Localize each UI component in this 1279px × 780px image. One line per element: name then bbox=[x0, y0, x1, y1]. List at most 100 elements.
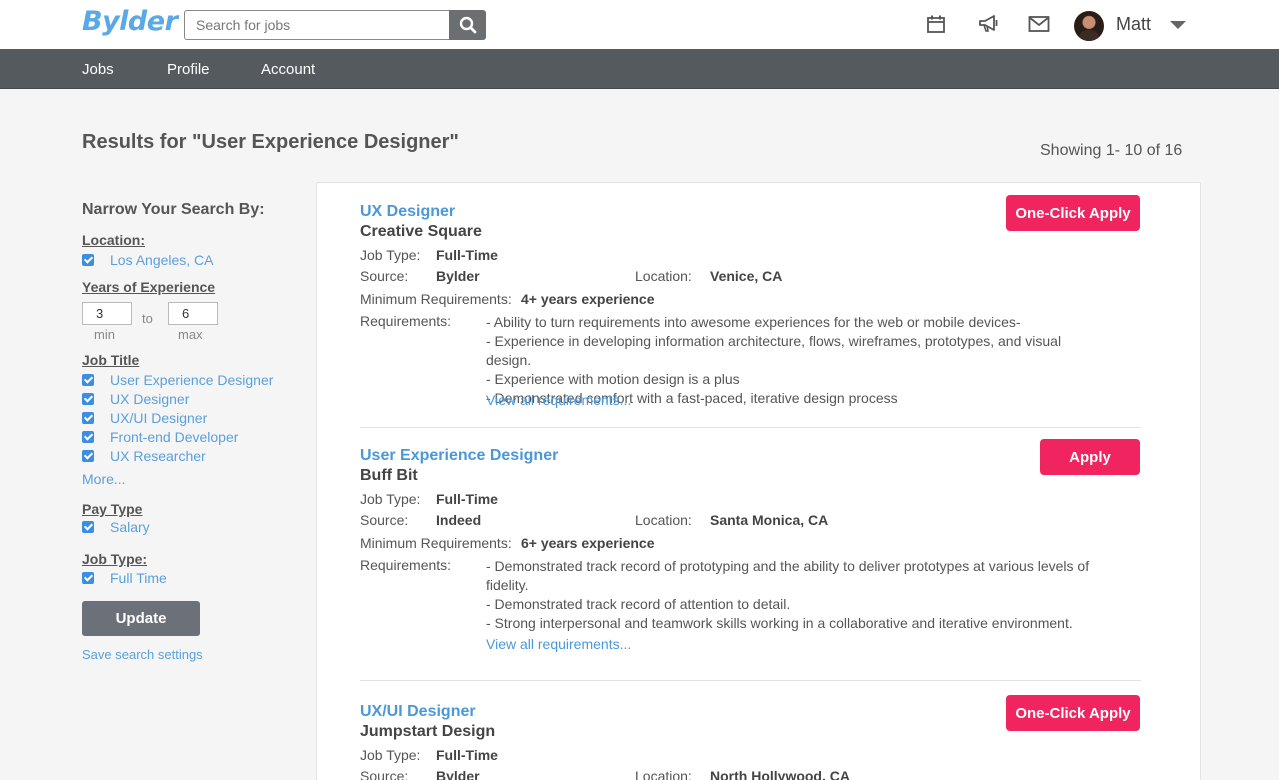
checkbox-label[interactable]: UX Researcher bbox=[110, 448, 206, 464]
results-title: Results for "User Experience Designer" bbox=[82, 131, 459, 153]
checkbox-label[interactable]: UX Designer bbox=[110, 391, 189, 407]
checkbox[interactable] bbox=[82, 450, 94, 462]
view-all-requirements-link[interactable]: View all requirements... bbox=[486, 392, 631, 408]
location-value: Santa Monica, CA bbox=[710, 512, 829, 528]
calendar-icon[interactable] bbox=[925, 13, 947, 35]
source-value: Bylder bbox=[436, 268, 480, 284]
avatar[interactable] bbox=[1074, 11, 1104, 41]
checkbox[interactable] bbox=[82, 572, 94, 584]
nav-profile[interactable]: Profile bbox=[167, 61, 210, 78]
megaphone-icon[interactable] bbox=[978, 13, 1000, 35]
job-type-key: Job Type: bbox=[360, 247, 421, 263]
checkbox-label[interactable]: User Experience Designer bbox=[110, 372, 273, 388]
source-value: Indeed bbox=[436, 512, 482, 528]
experience-to-label: to bbox=[142, 311, 153, 326]
requirements-list: - Demonstrated track record of prototypi… bbox=[486, 557, 1096, 633]
experience-max-label: max bbox=[178, 327, 203, 342]
checkbox[interactable] bbox=[82, 412, 94, 424]
requirement-item: - Demonstrated track record of attention… bbox=[486, 596, 791, 612]
job-results-list: UX Designer Creative Square Job Type: Fu… bbox=[316, 182, 1201, 780]
save-search-link[interactable]: Save search settings bbox=[82, 647, 203, 662]
top-header: Bylder Matt bbox=[0, 0, 1279, 49]
chevron-down-icon[interactable] bbox=[1170, 21, 1186, 29]
min-requirements-key: Minimum Requirements: bbox=[360, 291, 512, 307]
envelope-icon[interactable] bbox=[1028, 13, 1050, 35]
job-type-label: Job Type: bbox=[82, 551, 148, 567]
checkbox[interactable] bbox=[82, 431, 94, 443]
checkbox[interactable] bbox=[82, 254, 94, 266]
one-click-apply-button[interactable]: One-Click Apply bbox=[1006, 195, 1140, 231]
company-name: Creative Square bbox=[360, 223, 482, 240]
location-key: Location: bbox=[635, 512, 692, 528]
divider bbox=[360, 427, 1141, 428]
checkbox[interactable] bbox=[82, 521, 94, 533]
filter-pay-type-salary[interactable]: Salary bbox=[82, 518, 150, 536]
job-title-link[interactable]: User Experience Designer bbox=[360, 447, 558, 465]
filter-job-title-ux-researcher[interactable]: UX Researcher bbox=[82, 447, 206, 465]
apply-button[interactable]: Apply bbox=[1040, 439, 1140, 475]
filter-job-title-front-end[interactable]: Front-end Developer bbox=[82, 428, 238, 446]
job-type-key: Job Type: bbox=[360, 491, 421, 507]
update-button[interactable]: Update bbox=[82, 601, 200, 636]
job-type-value: Full-Time bbox=[436, 491, 498, 507]
divider bbox=[360, 680, 1141, 681]
filter-location-los-angeles[interactable]: Los Angeles, CA bbox=[82, 251, 214, 269]
view-all-requirements-link[interactable]: View all requirements... bbox=[486, 636, 631, 652]
checkbox-label[interactable]: Full Time bbox=[110, 570, 167, 586]
location-value: North Hollywood, CA bbox=[710, 768, 850, 780]
requirement-item: - Demonstrated track record of prototypi… bbox=[486, 558, 1090, 593]
nav-account[interactable]: Account bbox=[261, 61, 315, 78]
job-search bbox=[184, 10, 486, 40]
checkbox[interactable] bbox=[82, 393, 94, 405]
requirements-key: Requirements: bbox=[360, 313, 452, 329]
min-requirements-key: Minimum Requirements: bbox=[360, 535, 512, 551]
location-value: Venice, CA bbox=[710, 268, 783, 284]
location-key: Location: bbox=[635, 768, 692, 780]
search-icon bbox=[459, 16, 476, 34]
source-value: Bylder bbox=[436, 768, 480, 780]
requirement-item: - Experience in developing information a… bbox=[486, 333, 1062, 368]
search-input[interactable] bbox=[184, 10, 449, 40]
job-type-key: Job Type: bbox=[360, 747, 421, 763]
results-count: Showing 1- 10 of 16 bbox=[1040, 142, 1183, 159]
checkbox-label[interactable]: Salary bbox=[110, 519, 150, 535]
job-type-value: Full-Time bbox=[436, 747, 498, 763]
pay-type-label: Pay Type bbox=[82, 501, 143, 517]
requirements-key: Requirements: bbox=[360, 557, 452, 573]
company-name: Buff Bit bbox=[360, 467, 418, 484]
company-name: Jumpstart Design bbox=[360, 723, 496, 740]
source-key: Source: bbox=[360, 268, 409, 284]
filter-job-title-ux-designer[interactable]: UX Designer bbox=[82, 390, 189, 408]
experience-max-input[interactable] bbox=[168, 302, 218, 325]
job-title-link[interactable]: UX/UI Designer bbox=[360, 703, 476, 721]
bylder-logo[interactable]: Bylder bbox=[82, 6, 178, 37]
checkbox-label[interactable]: UX/UI Designer bbox=[110, 410, 207, 426]
user-name[interactable]: Matt bbox=[1116, 14, 1151, 35]
nav-jobs[interactable]: Jobs bbox=[82, 61, 114, 78]
requirement-item: - Experience with motion design is a plu… bbox=[486, 371, 740, 387]
experience-min-input[interactable] bbox=[82, 302, 132, 325]
location-key: Location: bbox=[635, 268, 692, 284]
min-requirements-value: 6+ years experience bbox=[521, 535, 655, 551]
job-title-label: Job Title bbox=[82, 352, 140, 368]
requirement-item: - Ability to turn requirements into awes… bbox=[486, 314, 1021, 330]
more-job-titles-link[interactable]: More... bbox=[82, 471, 126, 487]
checkbox[interactable] bbox=[82, 374, 94, 386]
job-title-link[interactable]: UX Designer bbox=[360, 203, 455, 221]
filter-title: Narrow Your Search By: bbox=[82, 201, 265, 218]
one-click-apply-button[interactable]: One-Click Apply bbox=[1006, 695, 1140, 731]
filter-job-title-ux-ui-designer[interactable]: UX/UI Designer bbox=[82, 409, 207, 427]
checkbox-label[interactable]: Los Angeles, CA bbox=[110, 252, 214, 268]
main-nav: Jobs Profile Account bbox=[0, 49, 1279, 89]
filter-job-type-full-time[interactable]: Full Time bbox=[82, 569, 167, 587]
location-label: Location: bbox=[82, 232, 145, 248]
min-requirements-value: 4+ years experience bbox=[521, 291, 655, 307]
experience-min-label: min bbox=[94, 327, 115, 342]
job-type-value: Full-Time bbox=[436, 247, 498, 263]
experience-label: Years of Experience bbox=[82, 279, 216, 295]
requirement-item: - Strong interpersonal and teamwork skil… bbox=[486, 615, 1073, 631]
search-button[interactable] bbox=[449, 10, 486, 40]
source-key: Source: bbox=[360, 768, 409, 780]
checkbox-label[interactable]: Front-end Developer bbox=[110, 429, 238, 445]
filter-job-title-ux-designer-full[interactable]: User Experience Designer bbox=[82, 371, 273, 389]
